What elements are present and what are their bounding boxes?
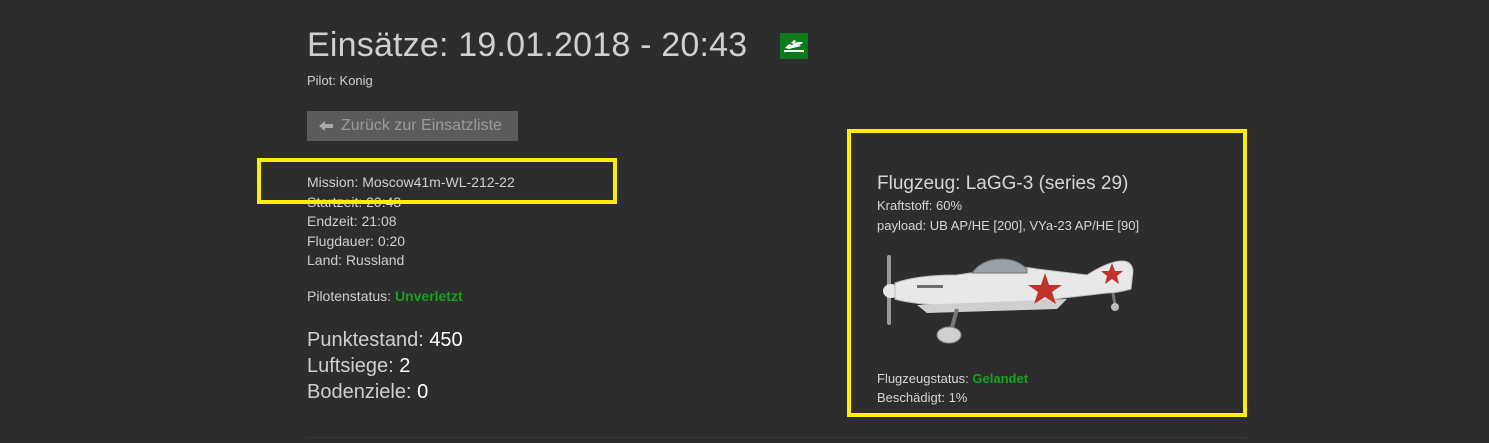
flugdauer-label: Flugdauer: [307,232,374,249]
aircraft-title-value: LaGG-3 (series 29) [965,173,1129,194]
land-value: Russland [345,252,405,268]
land-label: Land: [307,252,343,268]
fuel-label: Kraftstoff: [877,198,933,213]
mission-info: Mission: Moscow41m-WL-212-22 Startzeit: … [307,173,515,271]
damage-label: Beschädigt: [877,390,945,405]
endzeit-label: Endzeit: [307,213,358,229]
payload-line: payload: UB AP/HE [200], VYa-23 AP/HE [9… [877,218,1139,233]
aircraft-panel: Flugzeug: LaGG-3 (series 29) Kraftstoff:… [847,129,1247,417]
back-to-mission-list-button[interactable]: Zurück zur Einsatzliste [307,111,518,141]
pilot-line: Pilot: Konig [307,73,373,88]
luftsiege-label: Luftsiege: [307,355,394,377]
startzeit-label: Startzeit: [307,193,363,210]
aircraft-status-line: Flugzeugstatus: Gelandet [877,371,1028,386]
endzeit-value: 21:08 [361,213,397,229]
luftsiege-row: Luftsiege: 2 [307,353,463,379]
score-stats: Punktestand: 450 Luftsiege: 2 Bodenziele… [307,327,463,405]
endzeit-row: Endzeit: 21:08 [307,212,515,232]
payload-label: payload: [877,218,927,233]
mission-detail-page: Einsätze: 19.01.2018 - 20:43 Pilot: Koni… [0,0,1489,443]
damage-value: 1% [948,390,968,405]
mission-label: Mission: [307,174,359,190]
pilot-status-value: Unverletzt [394,288,463,304]
arrow-left-icon [319,121,333,131]
mission-value: Moscow41m-WL-212-22 [362,174,515,190]
payload-value: UB AP/HE [200], VYa-23 AP/HE [90] [929,218,1140,233]
punktestand-value: 450 [429,329,463,351]
page-title: Einsätze: 19.01.2018 - 20:43 [307,26,748,64]
luftsiege-value: 2 [399,355,411,377]
startzeit-row: Startzeit: 20:43 [307,193,515,213]
flugdauer-value: 0:20 [377,232,406,249]
pilot-status-label: Pilotenstatus: [307,288,392,304]
ground-attack-plane-icon [780,33,808,59]
pilot-name: Konig [339,73,373,88]
aircraft-title-label: Flugzeug: [877,173,961,194]
divider [307,437,1247,438]
punktestand-label: Punktestand: [307,329,424,351]
lagg3-aircraft-picture [883,255,1134,344]
pilot-status: Pilotenstatus: Unverletzt [307,288,463,304]
mission-row: Mission: Moscow41m-WL-212-22 [307,173,515,193]
aircraft-status-value: Gelandet [972,371,1029,386]
land-row: Land: Russland [307,251,515,271]
aircraft-title: Flugzeug: LaGG-3 (series 29) [877,173,1128,195]
startzeit-value: 20:43 [366,193,402,210]
pilot-label: Pilot: [307,73,336,88]
fuel-line: Kraftstoff: 60% [877,198,962,213]
punktestand-row: Punktestand: 450 [307,327,463,353]
fuel-value: 60% [936,198,963,213]
flugdauer-row: Flugdauer: 0:20 [307,232,515,252]
aircraft-status-label: Flugzeugstatus: [877,371,969,386]
bodenziele-value: 0 [417,381,429,403]
bodenziele-row: Bodenziele: 0 [307,379,463,405]
damage-line: Beschädigt: 1% [877,390,967,405]
back-button-label: Zurück zur Einsatzliste [341,117,502,134]
bodenziele-label: Bodenziele: [307,381,412,403]
